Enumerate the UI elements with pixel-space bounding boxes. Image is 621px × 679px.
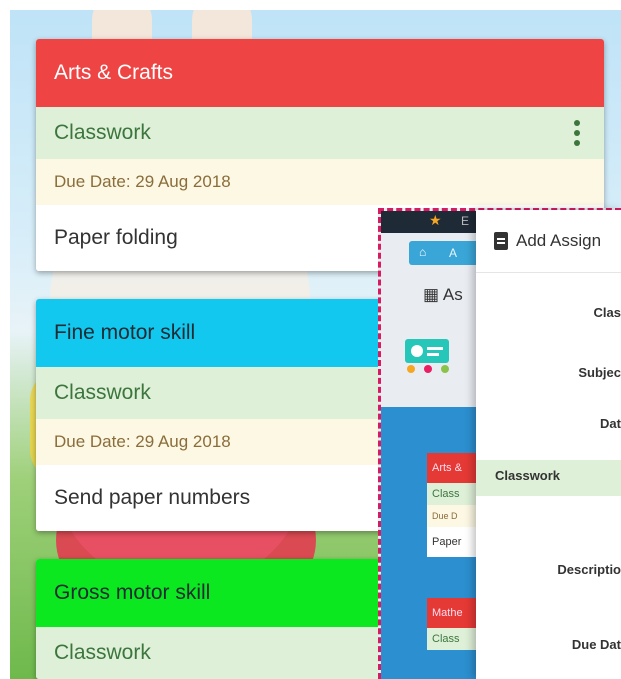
class-label: Clas: [593, 305, 621, 320]
description-label: Descriptio: [557, 562, 621, 577]
date-label: Dat: [600, 416, 621, 431]
add-assignment-modal: Add Assign Clas Subjec Dat Descriptio Du…: [476, 210, 621, 679]
card-type-label: Classwork: [54, 381, 151, 404]
classroom-icon: ▦: [423, 285, 440, 304]
page-title-text: As: [442, 285, 463, 304]
card-type-label: Classwork: [54, 641, 151, 664]
teacher-board-icon: [405, 339, 449, 373]
card-title: Arts & Crafts: [36, 39, 604, 107]
due-date-label: Due Dat: [571, 637, 621, 652]
page-title: ▦ As: [423, 285, 463, 305]
modal-header: Add Assign: [476, 210, 621, 273]
app-logo-icon: ★: [429, 212, 442, 228]
card-type-label: Classwork: [54, 121, 151, 144]
classwork-label: Classwork: [495, 468, 561, 483]
home-icon[interactable]: ⌂: [419, 245, 426, 259]
modal-title: Add Assign: [516, 231, 602, 250]
card-type: Classwork: [36, 107, 604, 159]
more-options-icon[interactable]: [574, 120, 580, 146]
subject-label: Subjec: [578, 365, 621, 380]
card-due-date: Due Date: 29 Aug 2018: [36, 159, 604, 205]
clipboard-icon: [494, 232, 508, 250]
breadcrumb-item[interactable]: A: [449, 246, 457, 260]
app-topbar-text: E: [461, 214, 470, 228]
